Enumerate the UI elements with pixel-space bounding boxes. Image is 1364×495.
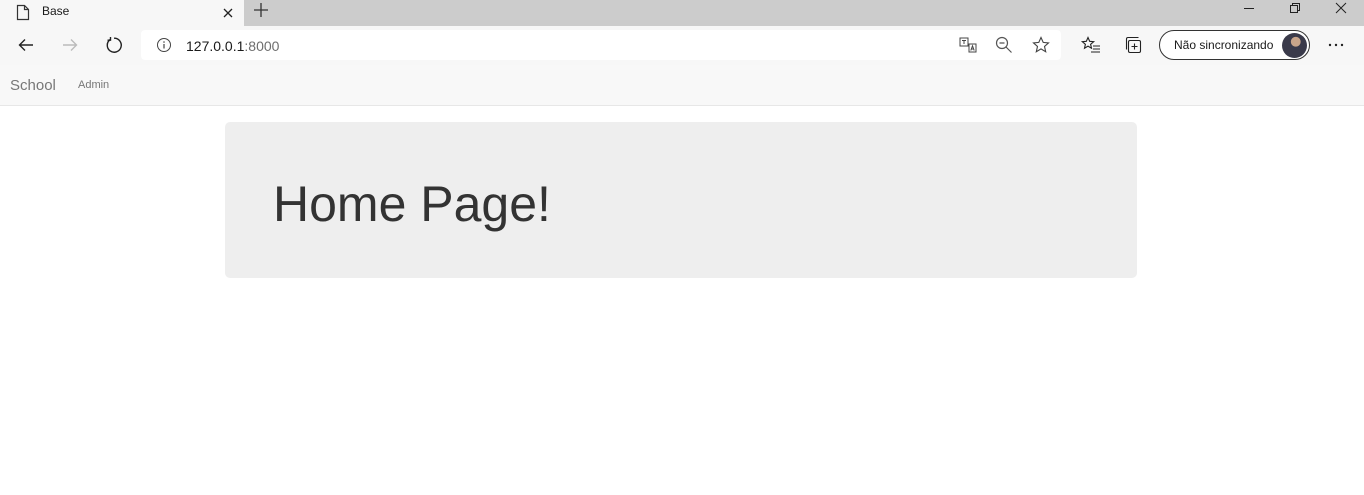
- navbar-link-admin[interactable]: Admin: [78, 79, 109, 92]
- back-arrow-icon[interactable]: [12, 32, 40, 58]
- jumbotron: Home Page!: [225, 122, 1137, 278]
- page-heading: Home Page!: [273, 176, 551, 232]
- profile-status-label: Não sincronizando: [1174, 38, 1274, 52]
- browser-toolbar: 127.0.0.1:8000 Não sincronizando: [0, 26, 1364, 65]
- page-icon: [16, 4, 30, 21]
- forward-arrow-icon[interactable]: [56, 32, 84, 58]
- tab-title: Base: [42, 4, 70, 18]
- site-navbar: School Admin: [0, 65, 1364, 106]
- url-host: 127.0.0.1: [186, 38, 245, 54]
- navbar-brand-link[interactable]: School: [10, 77, 56, 94]
- info-icon[interactable]: [156, 37, 172, 53]
- favorites-icon[interactable]: [1080, 34, 1102, 56]
- close-window-icon[interactable]: [1318, 0, 1364, 18]
- browser-tab[interactable]: Base: [0, 0, 244, 26]
- more-icon[interactable]: [1322, 34, 1350, 56]
- star-icon[interactable]: [1031, 35, 1053, 55]
- translate-icon[interactable]: [958, 35, 980, 55]
- avatar: [1282, 33, 1307, 58]
- collections-icon[interactable]: [1123, 34, 1145, 56]
- refresh-icon[interactable]: [100, 32, 128, 58]
- address-bar[interactable]: 127.0.0.1:8000: [141, 30, 1061, 60]
- minimize-icon[interactable]: [1226, 0, 1272, 18]
- profile-button[interactable]: Não sincronizando: [1159, 30, 1310, 60]
- close-tab-icon[interactable]: [219, 4, 237, 22]
- new-tab-icon[interactable]: [251, 0, 271, 20]
- url-port: :8000: [244, 38, 280, 54]
- browser-tab-strip: Base: [0, 0, 1364, 26]
- zoom-out-icon[interactable]: [994, 35, 1016, 55]
- url-text[interactable]: 127.0.0.1:8000: [186, 38, 279, 54]
- restore-icon[interactable]: [1272, 0, 1318, 18]
